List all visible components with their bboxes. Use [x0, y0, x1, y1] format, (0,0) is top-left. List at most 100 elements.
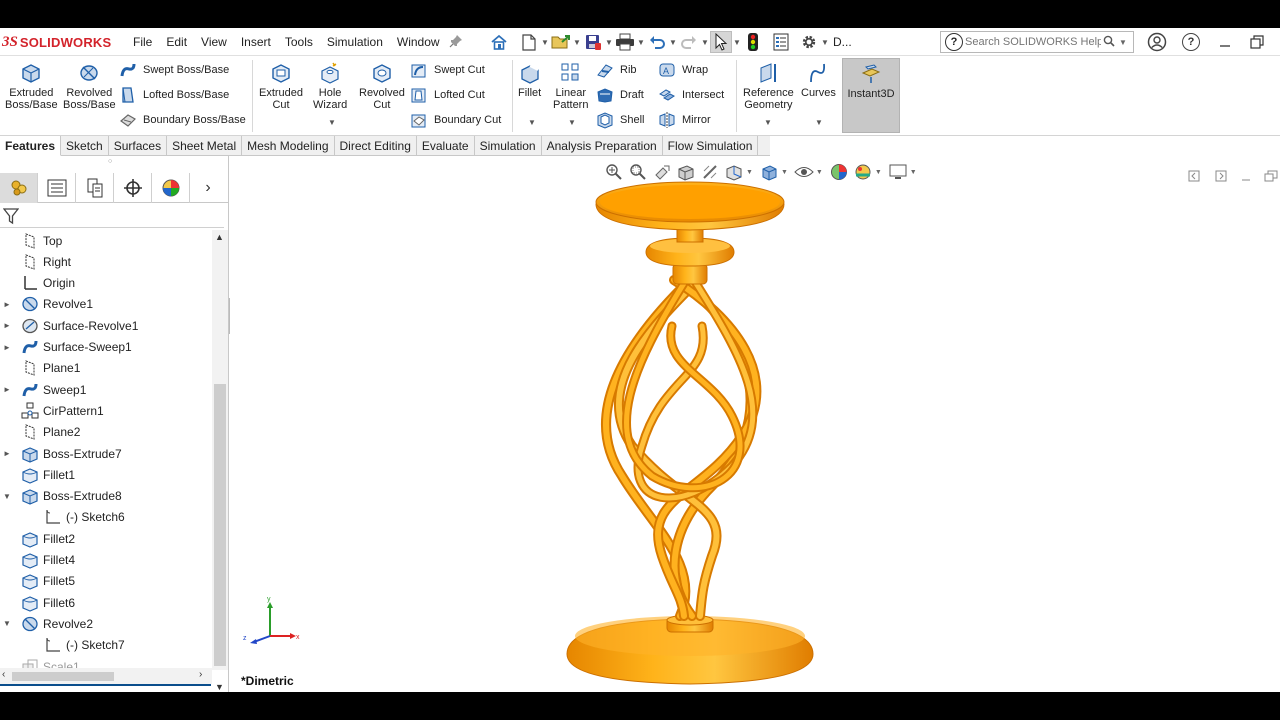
- display-style-caret[interactable]: ▼: [781, 169, 788, 176]
- tree-vertical-scrollbar[interactable]: ▲ ▼: [212, 230, 228, 692]
- menu-file[interactable]: File: [126, 35, 159, 49]
- apply-scene-icon[interactable]: [851, 162, 875, 182]
- tab-sketch[interactable]: Sketch: [61, 136, 109, 156]
- tab-simulation[interactable]: Simulation: [475, 136, 542, 156]
- hide-show-items-caret[interactable]: ▼: [816, 169, 823, 176]
- tree-item-cirpattern1[interactable]: CirPattern1: [0, 400, 212, 421]
- menu-insert[interactable]: Insert: [234, 35, 278, 49]
- display-manager-tab-icon[interactable]: [152, 173, 190, 203]
- restore-icon[interactable]: [1244, 31, 1270, 53]
- vertical-scroll-thumb[interactable]: [214, 384, 226, 666]
- extruded-cut-button[interactable]: Extruded Cut: [259, 62, 303, 111]
- apply-scene-caret[interactable]: ▼: [875, 169, 882, 176]
- scroll-down-icon[interactable]: ▼: [215, 682, 224, 692]
- save-icon[interactable]: [582, 31, 604, 53]
- tree-item-fillet2[interactable]: Fillet2: [0, 528, 212, 549]
- tree-item-surface-revolve1[interactable]: ► Surface-Revolve1: [0, 315, 212, 336]
- lofted-boss-button[interactable]: Lofted Boss/Base: [119, 85, 229, 105]
- solidworks-logo[interactable]: 3S SOLIDWORKS: [2, 33, 111, 51]
- redo-dropdown-caret[interactable]: ▼: [700, 31, 710, 53]
- hole-wizard-caret[interactable]: ▼: [328, 118, 336, 127]
- menu-tools[interactable]: Tools: [278, 35, 320, 49]
- tree-item-origin[interactable]: Origin: [0, 273, 212, 294]
- view-settings-icon[interactable]: [886, 162, 910, 182]
- graphics-minimize-icon[interactable]: [1240, 170, 1252, 185]
- panel-grip[interactable]: ○: [108, 158, 112, 165]
- tree-item-boss-extrude7[interactable]: ► Boss-Extrude7: [0, 443, 212, 464]
- tree-item-boss-extrude8[interactable]: ▼ Boss-Extrude8: [0, 486, 212, 507]
- fillet-button[interactable]: Fillet: [518, 62, 541, 99]
- options-gear-icon[interactable]: [798, 31, 820, 53]
- new-document-icon[interactable]: [518, 31, 540, 53]
- search-dropdown-caret[interactable]: ▼: [1119, 38, 1127, 47]
- expand-arrow-icon[interactable]: ►: [3, 321, 11, 330]
- tree-item-revolve2[interactable]: ▼ Revolve2: [0, 613, 212, 634]
- instant3d-button[interactable]: Instant3D: [842, 58, 900, 133]
- expand-arrow-icon[interactable]: ►: [3, 385, 11, 394]
- search-icon[interactable]: [1103, 35, 1115, 50]
- rib-button[interactable]: Rib: [596, 60, 637, 80]
- feature-manager-tab-icon[interactable]: [0, 173, 38, 203]
- scroll-right-icon[interactable]: ›: [199, 669, 202, 680]
- view-settings-caret[interactable]: ▼: [910, 169, 917, 176]
- tree-item-plane2[interactable]: Plane2: [0, 422, 212, 443]
- options-dropdown-caret[interactable]: ▼: [820, 31, 830, 53]
- tree-item-top[interactable]: Top: [0, 230, 212, 251]
- candle-holder-model[interactable]: [562, 176, 822, 692]
- file-properties-icon[interactable]: [770, 31, 792, 53]
- tree-item-surface-sweep1[interactable]: ► Surface-Sweep1: [0, 337, 212, 358]
- boundary-boss-button[interactable]: Boundary Boss/Base: [119, 110, 246, 130]
- intersect-button[interactable]: Intersect: [658, 85, 724, 105]
- tab-features[interactable]: Features: [0, 136, 62, 156]
- expand-arrow-icon[interactable]: ►: [3, 300, 11, 309]
- redo-icon[interactable]: [678, 31, 700, 53]
- help-search-input[interactable]: [965, 36, 1101, 48]
- new-dropdown-caret[interactable]: ▼: [540, 31, 550, 53]
- linear-pattern-button[interactable]: Linear Pattern: [553, 62, 588, 111]
- horizontal-scroll-thumb[interactable]: [12, 672, 114, 681]
- menu-simulation[interactable]: Simulation: [320, 35, 390, 49]
- menu-edit[interactable]: Edit: [159, 35, 194, 49]
- open-dropdown-caret[interactable]: ▼: [572, 31, 582, 53]
- scroll-up-icon[interactable]: ▲: [215, 232, 224, 242]
- configuration-manager-tab-icon[interactable]: [76, 173, 114, 203]
- graphics-prev-icon[interactable]: [1188, 170, 1200, 185]
- open-icon[interactable]: [550, 31, 572, 53]
- collapse-arrow-icon[interactable]: ▼: [3, 492, 11, 501]
- menu-window[interactable]: Window: [390, 35, 447, 49]
- undo-dropdown-caret[interactable]: ▼: [668, 31, 678, 53]
- dimxpert-manager-tab-icon[interactable]: [114, 173, 152, 203]
- undo-icon[interactable]: [646, 31, 668, 53]
- draft-button[interactable]: Draft: [596, 85, 644, 105]
- tree-item-sketch7[interactable]: (-) Sketch7: [0, 635, 212, 656]
- tab-flow-simulation[interactable]: Flow Simulation: [663, 136, 759, 156]
- linear-pattern-caret[interactable]: ▼: [568, 118, 576, 127]
- extruded-boss-button[interactable]: Extruded Boss/Base: [5, 62, 58, 111]
- graphics-next-icon[interactable]: [1215, 170, 1227, 185]
- more-managers-chevron-icon[interactable]: ›: [190, 173, 226, 203]
- select-arrow-icon[interactable]: [710, 31, 732, 53]
- expand-arrow-icon[interactable]: ►: [3, 449, 11, 458]
- tree-horizontal-scrollbar[interactable]: ‹ ›: [0, 668, 212, 684]
- fillet-caret[interactable]: ▼: [528, 118, 536, 127]
- collapse-arrow-icon[interactable]: ▼: [3, 619, 11, 628]
- tab-direct-editing[interactable]: Direct Editing: [335, 136, 417, 156]
- tab-analysis-preparation[interactable]: Analysis Preparation: [542, 136, 663, 156]
- tree-item-fillet6[interactable]: Fillet6: [0, 592, 212, 613]
- home-icon[interactable]: [488, 31, 510, 53]
- save-dropdown-caret[interactable]: ▼: [604, 31, 614, 53]
- tree-filter-bar[interactable]: [0, 204, 224, 228]
- tree-item-fillet5[interactable]: Fillet5: [0, 571, 212, 592]
- help-icon[interactable]: ?: [1178, 31, 1204, 53]
- tab-sheet-metal[interactable]: Sheet Metal: [167, 136, 243, 156]
- swept-cut-button[interactable]: Swept Cut: [410, 60, 485, 80]
- tree-item-revolve1[interactable]: ► Revolve1: [0, 294, 212, 315]
- tree-item-right[interactable]: Right: [0, 251, 212, 272]
- print-dropdown-caret[interactable]: ▼: [636, 31, 646, 53]
- graphics-area[interactable]: ▼ ▼ ▼ ▼ ▼ y x z *Dimetric: [230, 156, 1280, 692]
- user-account-icon[interactable]: [1144, 31, 1170, 53]
- boundary-cut-button[interactable]: Boundary Cut: [410, 110, 501, 130]
- select-dropdown-caret[interactable]: ▼: [732, 31, 742, 53]
- wrap-button[interactable]: A Wrap: [658, 60, 708, 80]
- revolved-cut-button[interactable]: Revolved Cut: [359, 62, 405, 111]
